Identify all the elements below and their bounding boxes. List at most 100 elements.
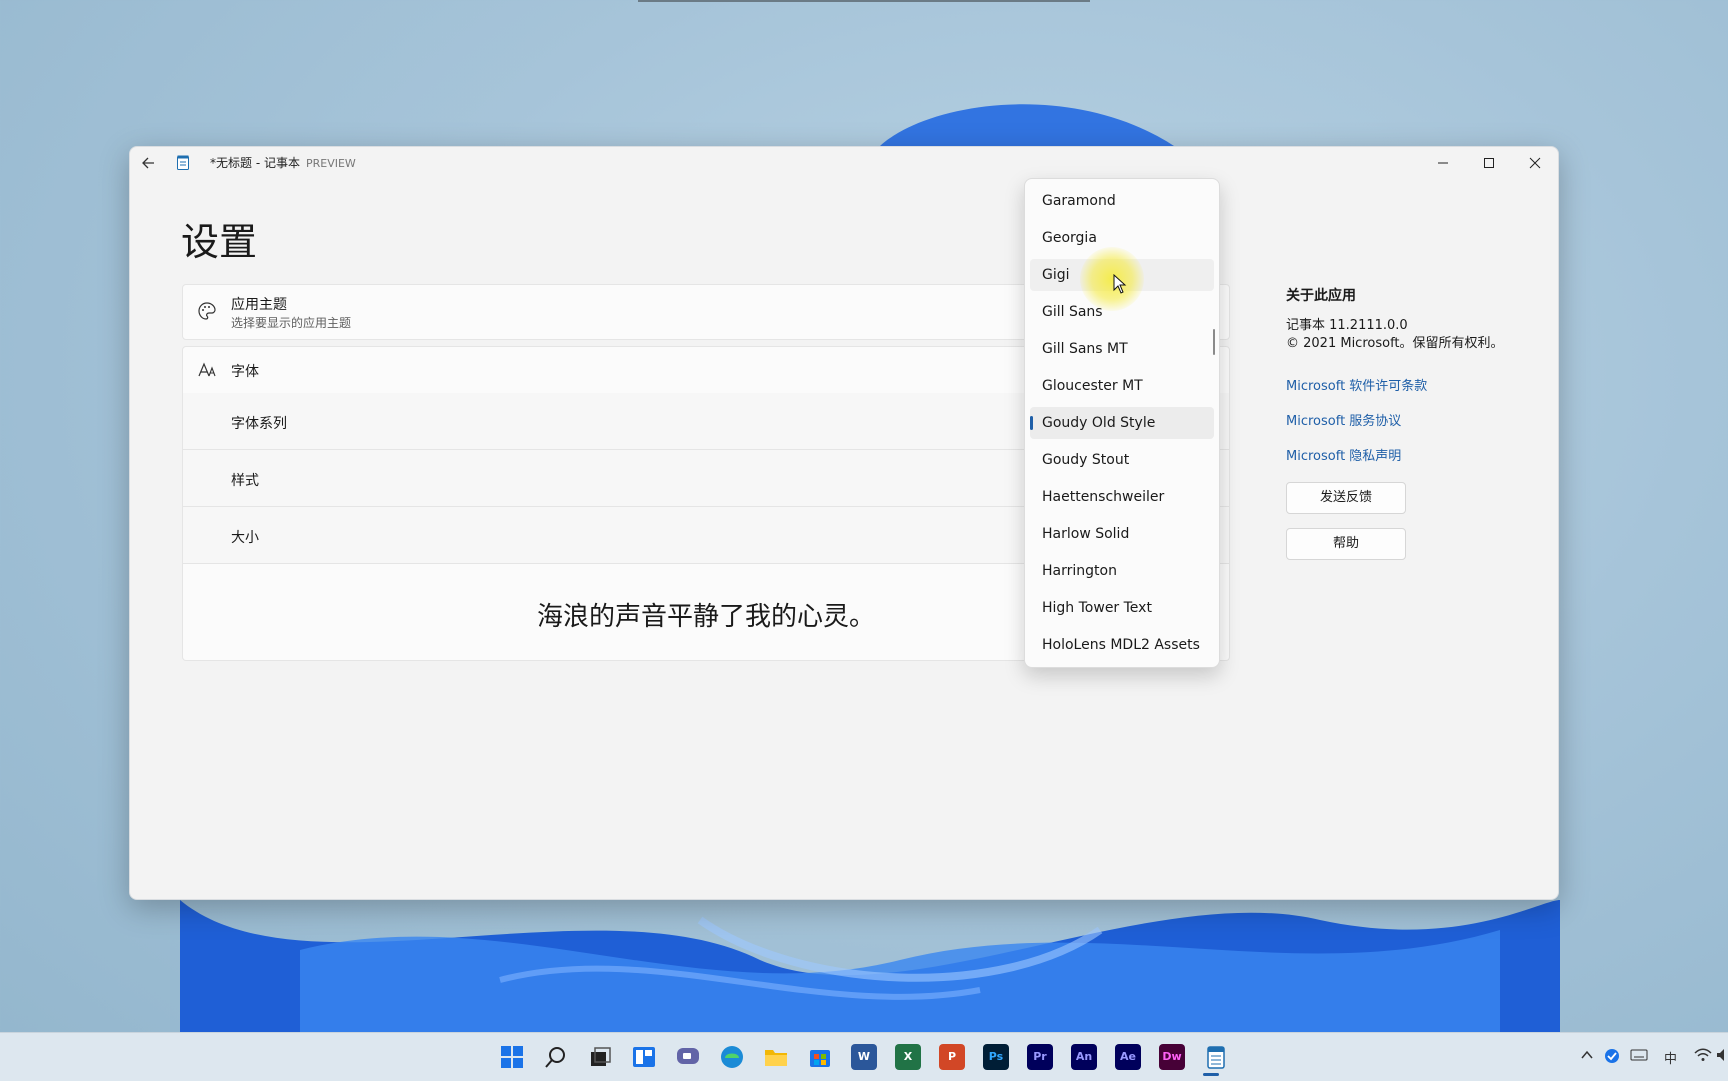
- dreamweaver-label: Dw: [1162, 1050, 1182, 1063]
- license-terms-link[interactable]: Microsoft 软件许可条款: [1286, 375, 1526, 394]
- font-option[interactable]: Garamond: [1030, 185, 1214, 217]
- privacy-statement-link[interactable]: Microsoft 隐私声明: [1286, 445, 1526, 464]
- powerpoint-button[interactable]: P: [939, 1044, 965, 1070]
- font-option[interactable]: Haettenschweiler: [1030, 481, 1214, 513]
- font-option[interactable]: HoloLens MDL2 Assets: [1030, 629, 1214, 661]
- chat-icon: [677, 1048, 699, 1064]
- minimize-button[interactable]: [1420, 147, 1466, 179]
- input-method-indicator[interactable]: 中: [1664, 1048, 1677, 1067]
- close-button[interactable]: [1512, 147, 1558, 179]
- animate-button[interactable]: An: [1071, 1044, 1097, 1070]
- font-option-label: Harrington: [1042, 563, 1117, 579]
- shield-check-icon: [1605, 1049, 1619, 1063]
- close-icon: [1529, 157, 1541, 169]
- photoshop-button[interactable]: Ps: [983, 1044, 1009, 1070]
- folder-icon: [765, 1050, 787, 1066]
- font-option[interactable]: Harrington: [1030, 555, 1214, 587]
- excel-button[interactable]: X: [895, 1044, 921, 1070]
- font-option[interactable]: Harlow Solid: [1030, 518, 1214, 550]
- task-view-button[interactable]: [587, 1044, 613, 1070]
- start-button[interactable]: [499, 1044, 525, 1070]
- taskbar-search[interactable]: [543, 1044, 569, 1070]
- windows-logo-icon: [501, 1046, 523, 1068]
- send-feedback-button[interactable]: 发送反馈: [1286, 482, 1406, 514]
- font-option-label: Gill Sans MT: [1042, 341, 1128, 357]
- font-option-label: Goudy Old Style: [1042, 415, 1156, 431]
- palette-icon: [198, 302, 216, 320]
- font-option[interactable]: Gloucester MT: [1030, 370, 1214, 402]
- show-hidden-icons-button[interactable]: [1580, 1048, 1594, 1066]
- font-option[interactable]: Goudy Stout: [1030, 444, 1214, 476]
- font-option-label: High Tower Text: [1042, 600, 1152, 616]
- about-version: 记事本 11.2111.0.0: [1286, 318, 1408, 333]
- maximize-button[interactable]: [1466, 147, 1512, 179]
- app-theme-description: 选择要显示的应用主题: [231, 316, 352, 330]
- edge-button[interactable]: [719, 1044, 745, 1070]
- taskbar: W X P Ps Pr An Ae Dw 中: [0, 1032, 1728, 1081]
- font-icon: [198, 362, 216, 377]
- notepad-app-icon: [177, 155, 189, 170]
- store-icon: [810, 1050, 830, 1067]
- search-icon: [545, 1047, 565, 1068]
- window-title: *无标题 - 记事本 PREVIEW: [210, 154, 356, 171]
- widgets-button[interactable]: [631, 1044, 657, 1070]
- word-button[interactable]: W: [851, 1044, 877, 1070]
- about-panel: 关于此应用 记事本 11.2111.0.0 © 2021 Microsoft。保…: [1286, 285, 1526, 560]
- font-option-label: HoloLens MDL2 Assets: [1042, 637, 1200, 653]
- edge-icon: [721, 1046, 743, 1068]
- keyboard-tray-button[interactable]: [1630, 1048, 1648, 1066]
- notepad-icon: [1207, 1046, 1225, 1069]
- powerpoint-icon: P: [947, 1050, 957, 1063]
- font-option-label: Goudy Stout: [1042, 452, 1130, 468]
- selection-indicator: [1030, 416, 1033, 430]
- after-effects-button[interactable]: Ae: [1115, 1044, 1141, 1070]
- back-button[interactable]: [138, 153, 160, 173]
- speaker-icon: [1717, 1049, 1724, 1061]
- services-agreement-link[interactable]: Microsoft 服务协议: [1286, 410, 1526, 429]
- font-family-label: 字体系列: [231, 416, 287, 432]
- dropdown-scrollbar[interactable]: [1213, 329, 1215, 355]
- preview-tag: PREVIEW: [305, 157, 356, 170]
- network-tray-button[interactable]: [1694, 1048, 1712, 1066]
- dreamweaver-button[interactable]: Dw: [1159, 1044, 1185, 1070]
- font-option-label: Gigi: [1042, 267, 1070, 283]
- about-heading: 关于此应用: [1286, 288, 1356, 304]
- notepad-taskbar-button[interactable]: [1203, 1044, 1229, 1070]
- file-explorer-button[interactable]: [763, 1044, 789, 1070]
- window-title-text: *无标题 - 记事本: [210, 156, 300, 170]
- font-label: 字体: [231, 364, 259, 380]
- help-button[interactable]: 帮助: [1286, 528, 1406, 560]
- wifi-icon: [1694, 1048, 1712, 1061]
- font-option-label: Gill Sans: [1042, 304, 1103, 320]
- photoshop-icon: Ps: [988, 1050, 1004, 1063]
- font-option-label: Garamond: [1042, 193, 1116, 209]
- cursor-highlight: [1080, 247, 1144, 311]
- minimize-icon: [1438, 162, 1448, 164]
- font-style-label: 样式: [231, 473, 259, 489]
- widgets-icon: [633, 1047, 655, 1067]
- volume-tray-button[interactable]: [1716, 1048, 1726, 1066]
- title-bar: *无标题 - 记事本 PREVIEW: [130, 147, 1558, 179]
- font-option-label: Haettenschweiler: [1042, 489, 1165, 505]
- chevron-up-icon: [1581, 1050, 1593, 1059]
- premiere-button[interactable]: Pr: [1027, 1044, 1053, 1070]
- page-title: 设置: [181, 220, 258, 264]
- font-option-label: Georgia: [1042, 230, 1097, 246]
- font-option[interactable]: Gill Sans MT: [1030, 333, 1214, 365]
- font-option-selected[interactable]: Goudy Old Style: [1030, 407, 1214, 439]
- app-theme-label: 应用主题: [231, 297, 287, 313]
- chat-button[interactable]: [675, 1044, 701, 1070]
- font-option[interactable]: High Tower Text: [1030, 592, 1214, 624]
- store-button[interactable]: [807, 1044, 833, 1070]
- arrow-left-icon: [142, 157, 154, 169]
- mouse-pointer-icon: [1113, 274, 1127, 294]
- font-size-label: 大小: [231, 530, 259, 546]
- about-copyright: © 2021 Microsoft。保留所有权利。: [1286, 336, 1504, 351]
- after-effects-label: Ae: [1120, 1050, 1136, 1063]
- font-option-label: Harlow Solid: [1042, 526, 1130, 542]
- active-app-indicator: [1203, 1073, 1219, 1076]
- excel-icon: X: [903, 1050, 913, 1063]
- premiere-label: Pr: [1033, 1050, 1047, 1063]
- task-view-icon: [591, 1047, 611, 1066]
- security-tray-button[interactable]: [1604, 1048, 1620, 1068]
